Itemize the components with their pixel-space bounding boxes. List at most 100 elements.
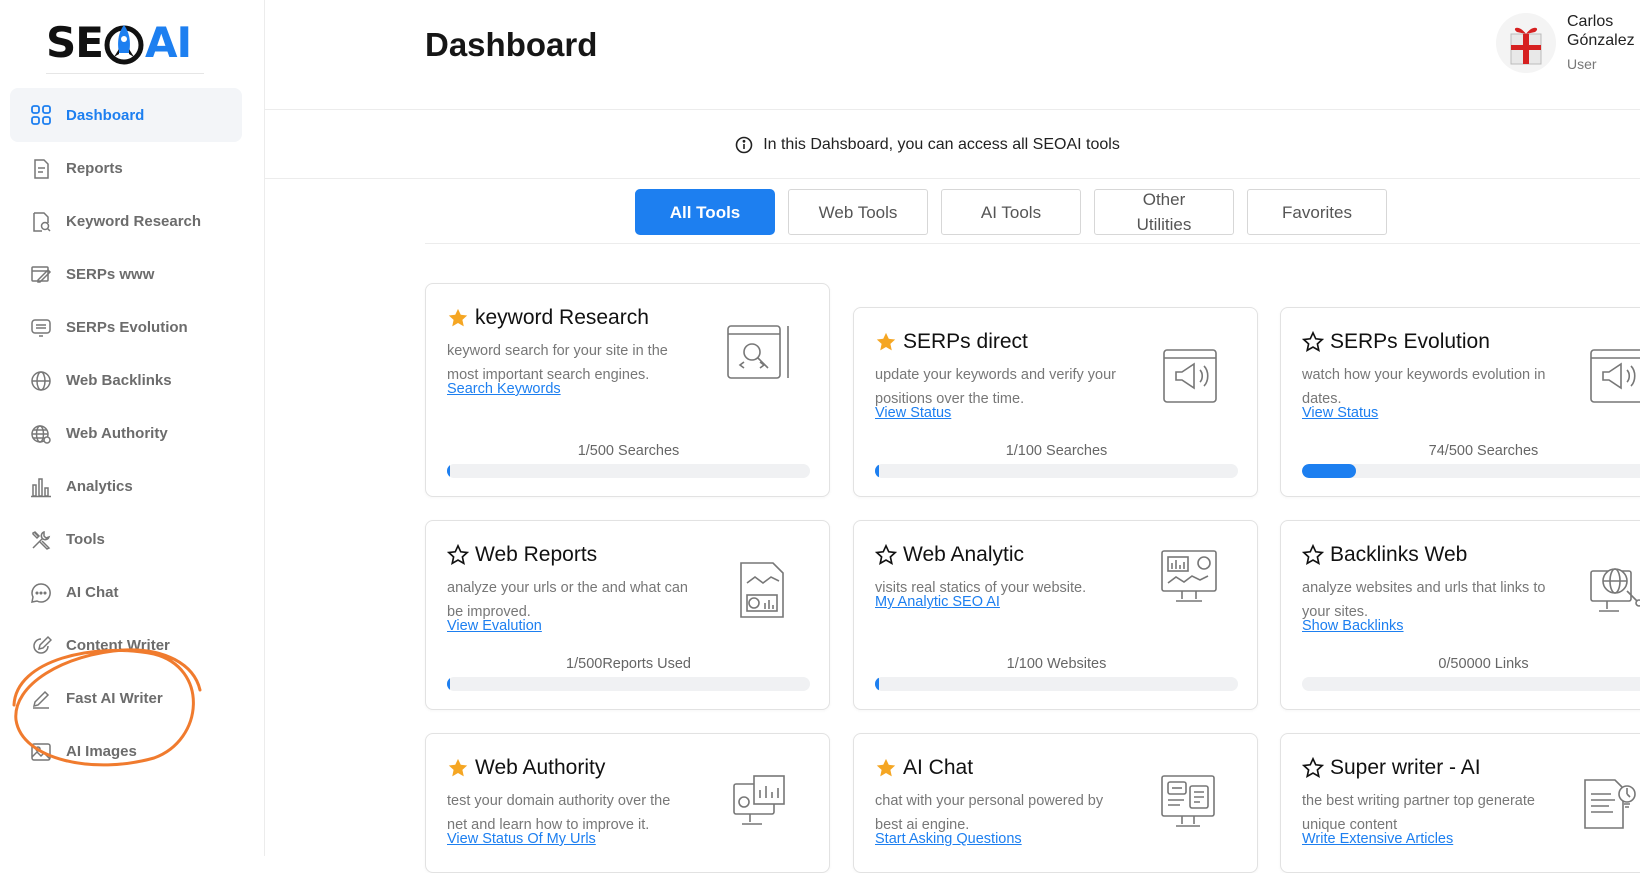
sidebar-item-label: Web Backlinks [66, 372, 172, 389]
info-icon [735, 136, 753, 153]
rocket-logo-icon [104, 24, 144, 64]
bar-chart-icon [30, 476, 52, 498]
sidebar: SE AI Dashboard Reports Keyword Research… [0, 0, 265, 856]
tool-card-serps-evolution[interactable]: SERPs Evolution watch how your keywords … [1280, 307, 1640, 497]
star-outline-icon[interactable] [1302, 544, 1324, 566]
user-profile[interactable]: Carlos Gónzalez User [1495, 12, 1640, 74]
chat-monitor-illustration [1161, 775, 1215, 827]
usage-text: 1/500Reports Used [566, 656, 691, 672]
sidebar-item-serps-evolution[interactable]: SERPs Evolution [10, 301, 242, 354]
tab-ai-tools[interactable]: AI Tools [941, 189, 1081, 235]
analytics-monitor-illustration [1161, 550, 1217, 602]
top-header: Dashboard Carlos Gónzalez User [265, 0, 1640, 110]
usage-progress-fill [447, 464, 450, 478]
page-title: Dashboard [425, 26, 598, 63]
sidebar-item-tools[interactable]: Tools [10, 513, 242, 566]
user-role: User [1567, 56, 1597, 72]
monitor-list-icon [30, 317, 52, 339]
card-link[interactable]: View Evalution [447, 618, 542, 634]
tab-favorites[interactable]: Favorites [1247, 189, 1387, 235]
usage-progress-fill [875, 677, 879, 691]
browser-pencil-icon [30, 264, 52, 286]
star-outline-icon[interactable] [1302, 757, 1324, 779]
tab-other-utilities[interactable]: Other Utilities [1094, 189, 1234, 235]
tab-web-tools[interactable]: Web Tools [788, 189, 928, 235]
sidebar-item-reports[interactable]: Reports [10, 142, 242, 195]
sidebar-item-web-backlinks[interactable]: Web Backlinks [10, 354, 242, 407]
card-title: Backlinks Web [1330, 543, 1468, 566]
sidebar-item-keyword-research[interactable]: Keyword Research [10, 195, 242, 248]
globe-network-illustration [1590, 568, 1640, 612]
report-chart-illustration [740, 562, 784, 618]
star-filled-icon[interactable] [447, 307, 469, 329]
seoai-logo[interactable]: SE AI [46, 12, 204, 74]
card-title: Web Authority [475, 756, 606, 779]
sidebar-item-label: AI Images [66, 743, 137, 760]
tool-card-serps-direct[interactable]: SERPs direct update your keywords and ve… [853, 307, 1258, 497]
card-description: the best writing partner top generate un… [1302, 793, 1535, 833]
sidebar-item-ai-chat[interactable]: AI Chat [10, 566, 242, 619]
card-link[interactable]: View Status [1302, 405, 1378, 421]
sidebar-nav: Dashboard Reports Keyword Research SERPs… [10, 88, 242, 778]
sidebar-item-content-writer[interactable]: Content Writer [10, 619, 242, 672]
card-link[interactable]: Write Extensive Articles [1302, 831, 1453, 847]
sidebar-item-label: SERPs Evolution [66, 319, 188, 336]
card-description: analyze your urls or the and what can be… [447, 580, 688, 620]
card-link[interactable]: Show Backlinks [1302, 618, 1404, 634]
info-banner-text: In this Dahsboard, you can access all SE… [763, 135, 1120, 153]
usage-text: 74/500 Searches [1428, 443, 1539, 459]
sidebar-item-ai-images[interactable]: AI Images [10, 725, 242, 778]
globe-icon [30, 370, 52, 392]
sidebar-item-label: Content Writer [66, 637, 170, 654]
serps-megaphone-illustration [1590, 349, 1640, 403]
usage-text: 1/100 Websites [1006, 656, 1107, 672]
usage-progress-bar [447, 677, 810, 691]
usage-progress-bar [1302, 677, 1640, 691]
usage-progress-fill [1302, 464, 1356, 478]
logo-text-right: AI [144, 18, 192, 67]
card-link[interactable]: View Status [875, 405, 951, 421]
star-filled-icon[interactable] [447, 757, 469, 779]
star-outline-icon[interactable] [875, 544, 897, 566]
tab-all-tools[interactable]: All Tools [635, 189, 775, 235]
sidebar-item-serps-www[interactable]: SERPs www [10, 248, 242, 301]
card-title: SERPs direct [903, 330, 1028, 353]
card-link[interactable]: My Analytic SEO AI [875, 594, 1000, 610]
authority-monitor-illustration [733, 775, 785, 825]
avatar [1496, 13, 1556, 73]
card-link[interactable]: Search Keywords [447, 381, 561, 397]
sidebar-item-analytics[interactable]: Analytics [10, 460, 242, 513]
star-filled-icon[interactable] [875, 757, 897, 779]
tool-card-web-reports[interactable]: Web Reports analyze your urls or the and… [425, 520, 830, 710]
sidebar-item-label: Web Authority [66, 425, 168, 442]
document-icon [30, 158, 52, 180]
star-outline-icon[interactable] [1302, 331, 1324, 353]
image-icon [30, 741, 52, 763]
sidebar-item-fast-ai-writer[interactable]: Fast AI Writer [10, 672, 242, 725]
tool-card-super-writer-ai[interactable]: Super writer - AI the best writing partn… [1280, 733, 1640, 873]
usage-text: 1/500 Searches [577, 443, 680, 459]
card-title: Web Analytic [903, 543, 1025, 566]
tool-filter-tabs: All Tools Web Tools AI Tools Other Utili… [425, 180, 1640, 244]
card-link[interactable]: View Status Of My Urls [447, 831, 596, 847]
tool-card-keyword-research[interactable]: keyword Research keyword search for your… [425, 283, 830, 497]
card-link[interactable]: Start Asking Questions [875, 831, 1022, 847]
sidebar-item-label: SERPs www [66, 266, 155, 283]
pen-icon [30, 688, 52, 710]
sidebar-item-web-authority[interactable]: Web Authority [10, 407, 242, 460]
card-description: keyword search for your site in the most… [447, 343, 668, 383]
star-filled-icon[interactable] [875, 331, 897, 353]
tool-card-backlinks-web[interactable]: Backlinks Web analyze websites and urls … [1280, 520, 1640, 710]
card-description: update your keywords and verify your pos… [875, 367, 1116, 407]
tool-card-web-authority[interactable]: Web Authority test your domain authority… [425, 733, 830, 873]
logo-text-left: SE [46, 18, 104, 67]
chat-bubble-icon [30, 582, 52, 604]
sidebar-item-label: Analytics [66, 478, 133, 495]
sidebar-item-dashboard[interactable]: Dashboard [10, 88, 242, 142]
tool-card-ai-chat[interactable]: AI Chat chat with your personal powered … [853, 733, 1258, 873]
user-name: Carlos Gónzalez [1567, 13, 1635, 49]
star-outline-icon[interactable] [447, 544, 469, 566]
usage-progress-fill [447, 677, 450, 691]
sidebar-item-label: Fast AI Writer [66, 690, 163, 707]
tool-card-web-analytic[interactable]: Web Analytic visits real statics of your… [853, 520, 1258, 710]
